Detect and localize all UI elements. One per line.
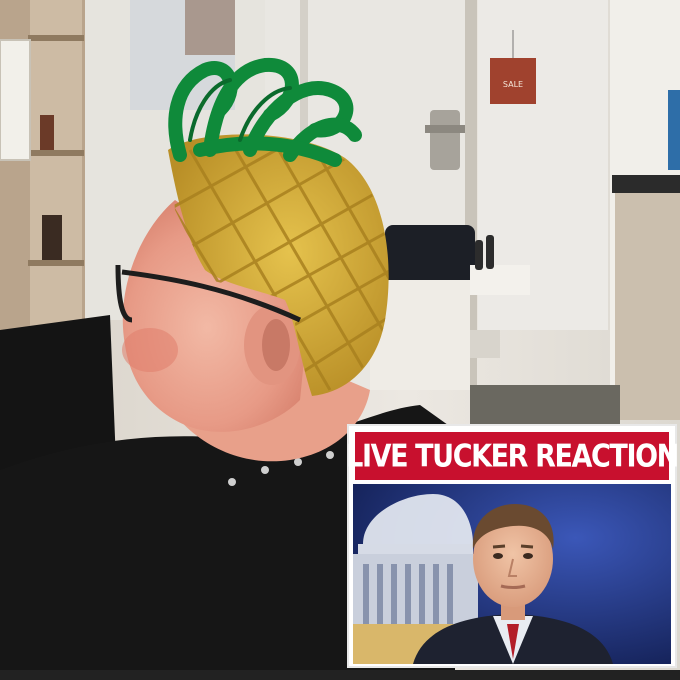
banner-text: LIVE TUCKER REACTION: [346, 438, 679, 474]
meme-image: SALE LIVE TUCKER REACTION: [0, 0, 680, 680]
salon-floor: [470, 385, 620, 425]
salon-sign-text: SALE: [503, 80, 523, 89]
salon-shelves: [0, 0, 85, 330]
bottom-edge: [0, 670, 680, 680]
tv-inset: LIVE TUCKER REACTION: [346, 424, 679, 668]
reaction-banner: LIVE TUCKER REACTION: [346, 430, 679, 482]
salon-counter: [610, 0, 680, 420]
news-studio: [353, 484, 671, 664]
